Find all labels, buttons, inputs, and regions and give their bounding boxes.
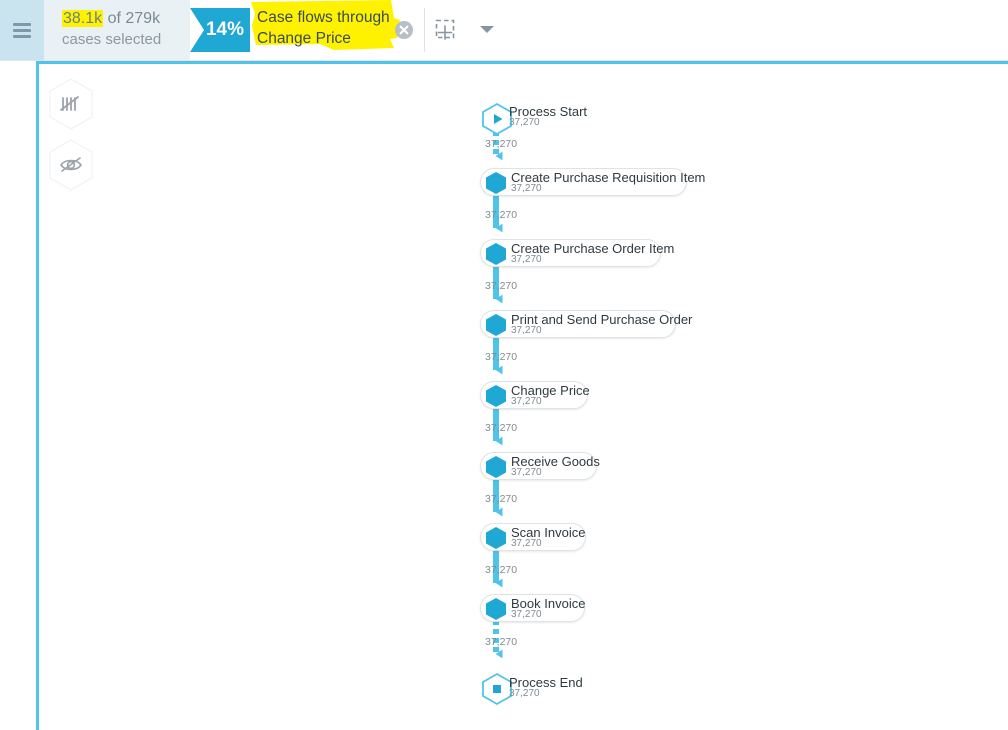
selection-summary-panel: 38.1k of 279k cases selected <box>44 0 190 60</box>
graph-node[interactable]: Scan Invoice 37,270 <box>480 523 586 551</box>
active-filter-chip[interactable]: Case flows through Change Price <box>250 0 420 60</box>
close-icon[interactable] <box>394 20 414 40</box>
graph-node[interactable]: Create Purchase Order Item 37,270 <box>480 239 674 267</box>
activity-hexagon-icon <box>486 456 506 478</box>
toolbar-dropdown-button[interactable] <box>478 22 496 36</box>
selection-subtitle: cases selected <box>62 31 162 48</box>
graph-node-count: 37,270 <box>511 538 542 549</box>
graph-node[interactable]: Receive Goods 37,270 <box>480 452 600 480</box>
filter-chip-label: Case flows through Change Price <box>257 7 397 49</box>
activity-hexagon-icon <box>486 243 506 265</box>
graph-node-count: 37,270 <box>511 609 542 620</box>
graph-node[interactable]: Book Invoice 37,270 <box>480 594 585 622</box>
graph-node-count: 37,270 <box>511 325 542 336</box>
graph-node[interactable]: Print and Send Purchase Order 37,270 <box>480 310 692 338</box>
graph-node-count: 37,270 <box>511 467 542 478</box>
process-end-count: 37,270 <box>509 688 540 699</box>
process-start-count: 37,270 <box>509 117 540 128</box>
selection-count: 38.1k of 279k <box>62 9 160 28</box>
edge-label: 37,270 <box>485 280 518 292</box>
filter-chip-label-line2: Change Price <box>257 30 351 47</box>
percentage-value: 14% <box>205 19 245 40</box>
hamburger-icon <box>13 20 31 41</box>
percentage-badge: 14% <box>190 0 250 60</box>
graph-node-count: 37,270 <box>511 396 542 407</box>
process-graph-canvas[interactable]: Process Start 37,270 37,270 Create Purch… <box>36 61 1008 730</box>
toolbar-divider <box>424 8 425 52</box>
graph-node-count: 37,270 <box>511 254 542 265</box>
activity-hexagon-icon <box>486 172 506 194</box>
selection-count-highlighted: 38.1k <box>62 10 104 27</box>
graph-node-count: 37,270 <box>511 183 542 194</box>
activity-hexagon-icon <box>486 385 506 407</box>
process-flow-graph: Process Start 37,270 37,270 Create Purch… <box>39 64 1008 730</box>
add-selection-icon <box>435 19 455 40</box>
hamburger-menu-button[interactable] <box>0 0 44 60</box>
edge-label: 37,270 <box>485 636 518 648</box>
activity-hexagon-icon <box>486 314 506 336</box>
edge-label: 37,270 <box>485 209 518 221</box>
edge-label: 37,270 <box>485 493 518 505</box>
add-selection-button[interactable] <box>434 18 460 44</box>
activity-hexagon-icon <box>486 527 506 549</box>
canvas-area: Process Start 37,270 37,270 Create Purch… <box>0 61 1008 730</box>
canvas-left-strip <box>0 61 36 730</box>
top-toolbar: 38.1k of 279k cases selected 14% Case fl… <box>0 0 1008 61</box>
edge-label: 37,270 <box>485 564 518 576</box>
graph-node[interactable]: Create Purchase Requisition Item 37,270 <box>480 168 705 196</box>
activity-hexagon-icon <box>486 598 506 620</box>
edge-label: 37,270 <box>485 138 518 150</box>
app-root: 38.1k of 279k cases selected 14% Case fl… <box>0 0 1008 730</box>
edge-label: 37,270 <box>485 422 518 434</box>
filter-chip-label-line1: Case flows through <box>257 9 390 26</box>
chevron-down-icon <box>480 26 494 33</box>
graph-node[interactable]: Change Price 37,270 <box>480 381 590 409</box>
selection-count-total: of 279k <box>103 10 161 27</box>
edge-label: 37,270 <box>485 351 518 363</box>
